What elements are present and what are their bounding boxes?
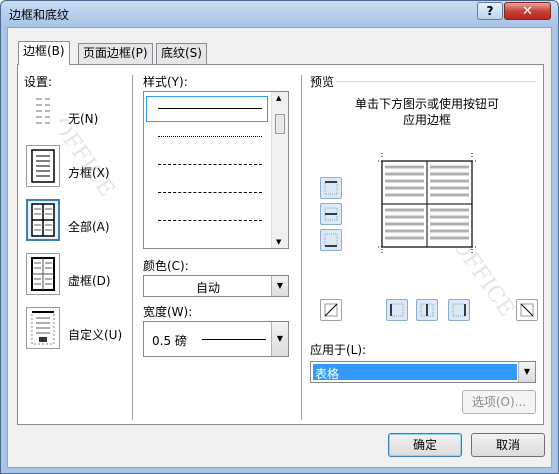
color-heading: 颜色(C): xyxy=(143,259,189,273)
preview-hint-line2: 应用边框 xyxy=(402,113,451,127)
setting-all-label[interactable]: 全部(A) xyxy=(68,218,110,235)
style-scrollbar[interactable]: ▲ ▼ xyxy=(271,92,288,248)
apply-to-highlight xyxy=(313,364,517,380)
apply-to-heading: 应用于(L): xyxy=(310,343,367,357)
inside-horizontal-border-button[interactable] xyxy=(320,203,342,225)
chevron-down-icon[interactable]: ▼ xyxy=(271,276,288,296)
right-border-button[interactable] xyxy=(448,299,470,321)
ok-button[interactable]: 确定 xyxy=(388,433,462,457)
style-dash-dot-line[interactable] xyxy=(158,220,262,221)
divider xyxy=(301,75,302,420)
color-select[interactable]: 自动 ▼ xyxy=(143,275,289,297)
border-box-icon[interactable] xyxy=(26,145,60,187)
close-button[interactable]: ✕ xyxy=(504,2,551,20)
dialog-window: 边框和底纹 ? ✕ 边框(B) 页面边框(P) 底纹(S) OFFICE OFF… xyxy=(0,0,559,474)
tab-panel: OFFICE OFFICE 设置: 无(N) 方框(X) 全部(A) 虚框(D)… xyxy=(17,64,544,425)
help-button[interactable]: ? xyxy=(477,2,503,20)
divider xyxy=(132,75,133,420)
width-heading: 宽度(W): xyxy=(143,305,193,319)
border-all-icon[interactable] xyxy=(26,199,60,241)
setting-none-label[interactable]: 无(N) xyxy=(68,110,98,127)
tab-page-border[interactable]: 页面边框(P) xyxy=(78,43,153,64)
cancel-button[interactable]: 取消 xyxy=(471,433,545,457)
scroll-up-icon[interactable]: ▲ xyxy=(276,94,281,102)
chevron-down-icon[interactable]: ▼ xyxy=(518,362,535,382)
diagonal-down-border-button[interactable] xyxy=(320,299,342,321)
width-select[interactable]: 0.5 磅 ▼ xyxy=(143,321,289,357)
dialog-body: 边框(B) 页面边框(P) 底纹(S) OFFICE OFFICE 设置: 无(… xyxy=(7,27,552,468)
style-item-selected[interactable] xyxy=(146,96,268,122)
border-custom-icon[interactable] xyxy=(26,307,60,349)
window-title: 边框和底纹 xyxy=(9,8,70,22)
setting-custom-label[interactable]: 自定义(U) xyxy=(68,326,122,343)
preview-table[interactable] xyxy=(378,153,476,255)
style-solid-line[interactable] xyxy=(158,108,262,109)
scroll-thumb[interactable] xyxy=(275,114,285,134)
top-border-button[interactable] xyxy=(320,177,342,199)
left-border-button[interactable] xyxy=(386,299,408,321)
chevron-down-icon[interactable]: ▼ xyxy=(271,322,288,356)
options-button[interactable]: 选项(O)... xyxy=(462,390,536,414)
border-grid-icon[interactable] xyxy=(26,253,60,295)
diagonal-up-border-button[interactable] xyxy=(516,299,538,321)
preview-heading: 预览 xyxy=(310,75,335,89)
style-heading: 样式(Y): xyxy=(143,75,188,89)
width-value: 0.5 磅 xyxy=(152,334,187,348)
bottom-border-button[interactable] xyxy=(320,229,342,251)
tab-borders[interactable]: 边框(B) xyxy=(18,41,70,65)
setting-box-label[interactable]: 方框(X) xyxy=(68,164,110,181)
preview-hint-line1: 单击下方图示或使用按钮可 xyxy=(354,97,499,111)
width-line-sample xyxy=(202,339,266,340)
style-list[interactable]: ▲ ▼ xyxy=(143,91,289,249)
preview-rule xyxy=(336,81,536,82)
inside-vertical-border-button[interactable] xyxy=(416,299,438,321)
style-dotted-line[interactable] xyxy=(158,136,262,137)
apply-to-select[interactable]: 表格 ▼ xyxy=(310,361,536,383)
settings-heading: 设置: xyxy=(24,75,53,89)
scroll-down-icon[interactable]: ▼ xyxy=(276,238,281,246)
apply-to-value: 表格 xyxy=(315,367,340,381)
style-long-dash-line[interactable] xyxy=(158,192,262,193)
color-value: 自动 xyxy=(195,281,220,295)
setting-grid-label[interactable]: 虚框(D) xyxy=(68,272,111,289)
style-dashed-line[interactable] xyxy=(158,164,262,165)
border-none-icon[interactable] xyxy=(26,91,60,133)
tab-shading[interactable]: 底纹(S) xyxy=(156,43,207,64)
title-bar: 边框和底纹 ? ✕ xyxy=(1,1,558,27)
